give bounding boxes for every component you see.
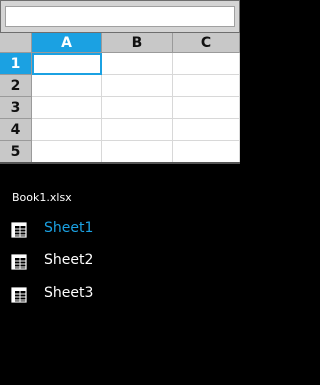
column-header-a[interactable]: A xyxy=(32,33,102,53)
cell-b5[interactable] xyxy=(102,141,173,162)
cell-a4[interactable] xyxy=(32,119,102,141)
row-header-2[interactable]: 2 xyxy=(0,75,32,97)
worksheet-icon xyxy=(11,222,27,238)
cell-c4[interactable] xyxy=(173,119,240,141)
formula-bar-input[interactable] xyxy=(5,6,235,27)
sheet-label: Sheet1 xyxy=(44,220,94,236)
cell-b1[interactable] xyxy=(102,53,173,75)
spreadsheet-grid: A B C 1 2 3 4 5 6 xyxy=(0,33,240,162)
file-name: Book1.xlsx xyxy=(12,191,72,204)
cell-b4[interactable] xyxy=(102,119,173,141)
cell-b2[interactable] xyxy=(102,75,173,97)
sheet-item-sheet3[interactable]: Sheet3 xyxy=(0,280,240,310)
cell-c3[interactable] xyxy=(173,97,240,119)
cell-b3[interactable] xyxy=(102,97,173,119)
cell-c1[interactable] xyxy=(173,53,240,75)
select-all-corner[interactable] xyxy=(0,33,32,53)
row-header-3[interactable]: 3 xyxy=(0,97,32,119)
cell-c5[interactable] xyxy=(173,141,240,162)
cell-a5[interactable] xyxy=(32,141,102,162)
cell-c2[interactable] xyxy=(173,75,240,97)
column-header-c[interactable]: C xyxy=(173,33,240,53)
cell-a2[interactable] xyxy=(32,75,102,97)
sheet-label: Sheet2 xyxy=(44,252,94,268)
column-header-b[interactable]: B xyxy=(102,33,173,53)
cell-a3[interactable] xyxy=(32,97,102,119)
worksheet-icon xyxy=(11,254,27,270)
row-header-4[interactable]: 4 xyxy=(0,119,32,141)
sheet-label: Sheet3 xyxy=(44,285,94,301)
sheet-item-sheet1[interactable]: Sheet1 xyxy=(0,215,240,245)
row-header-1[interactable]: 1 xyxy=(0,53,32,75)
grid-divider xyxy=(0,162,240,164)
row-header-5[interactable]: 5 xyxy=(0,141,32,162)
sheet-item-sheet2[interactable]: Sheet2 xyxy=(0,247,240,277)
formula-area xyxy=(0,0,240,33)
cell-a1[interactable] xyxy=(32,53,102,75)
worksheet-icon xyxy=(11,287,27,303)
